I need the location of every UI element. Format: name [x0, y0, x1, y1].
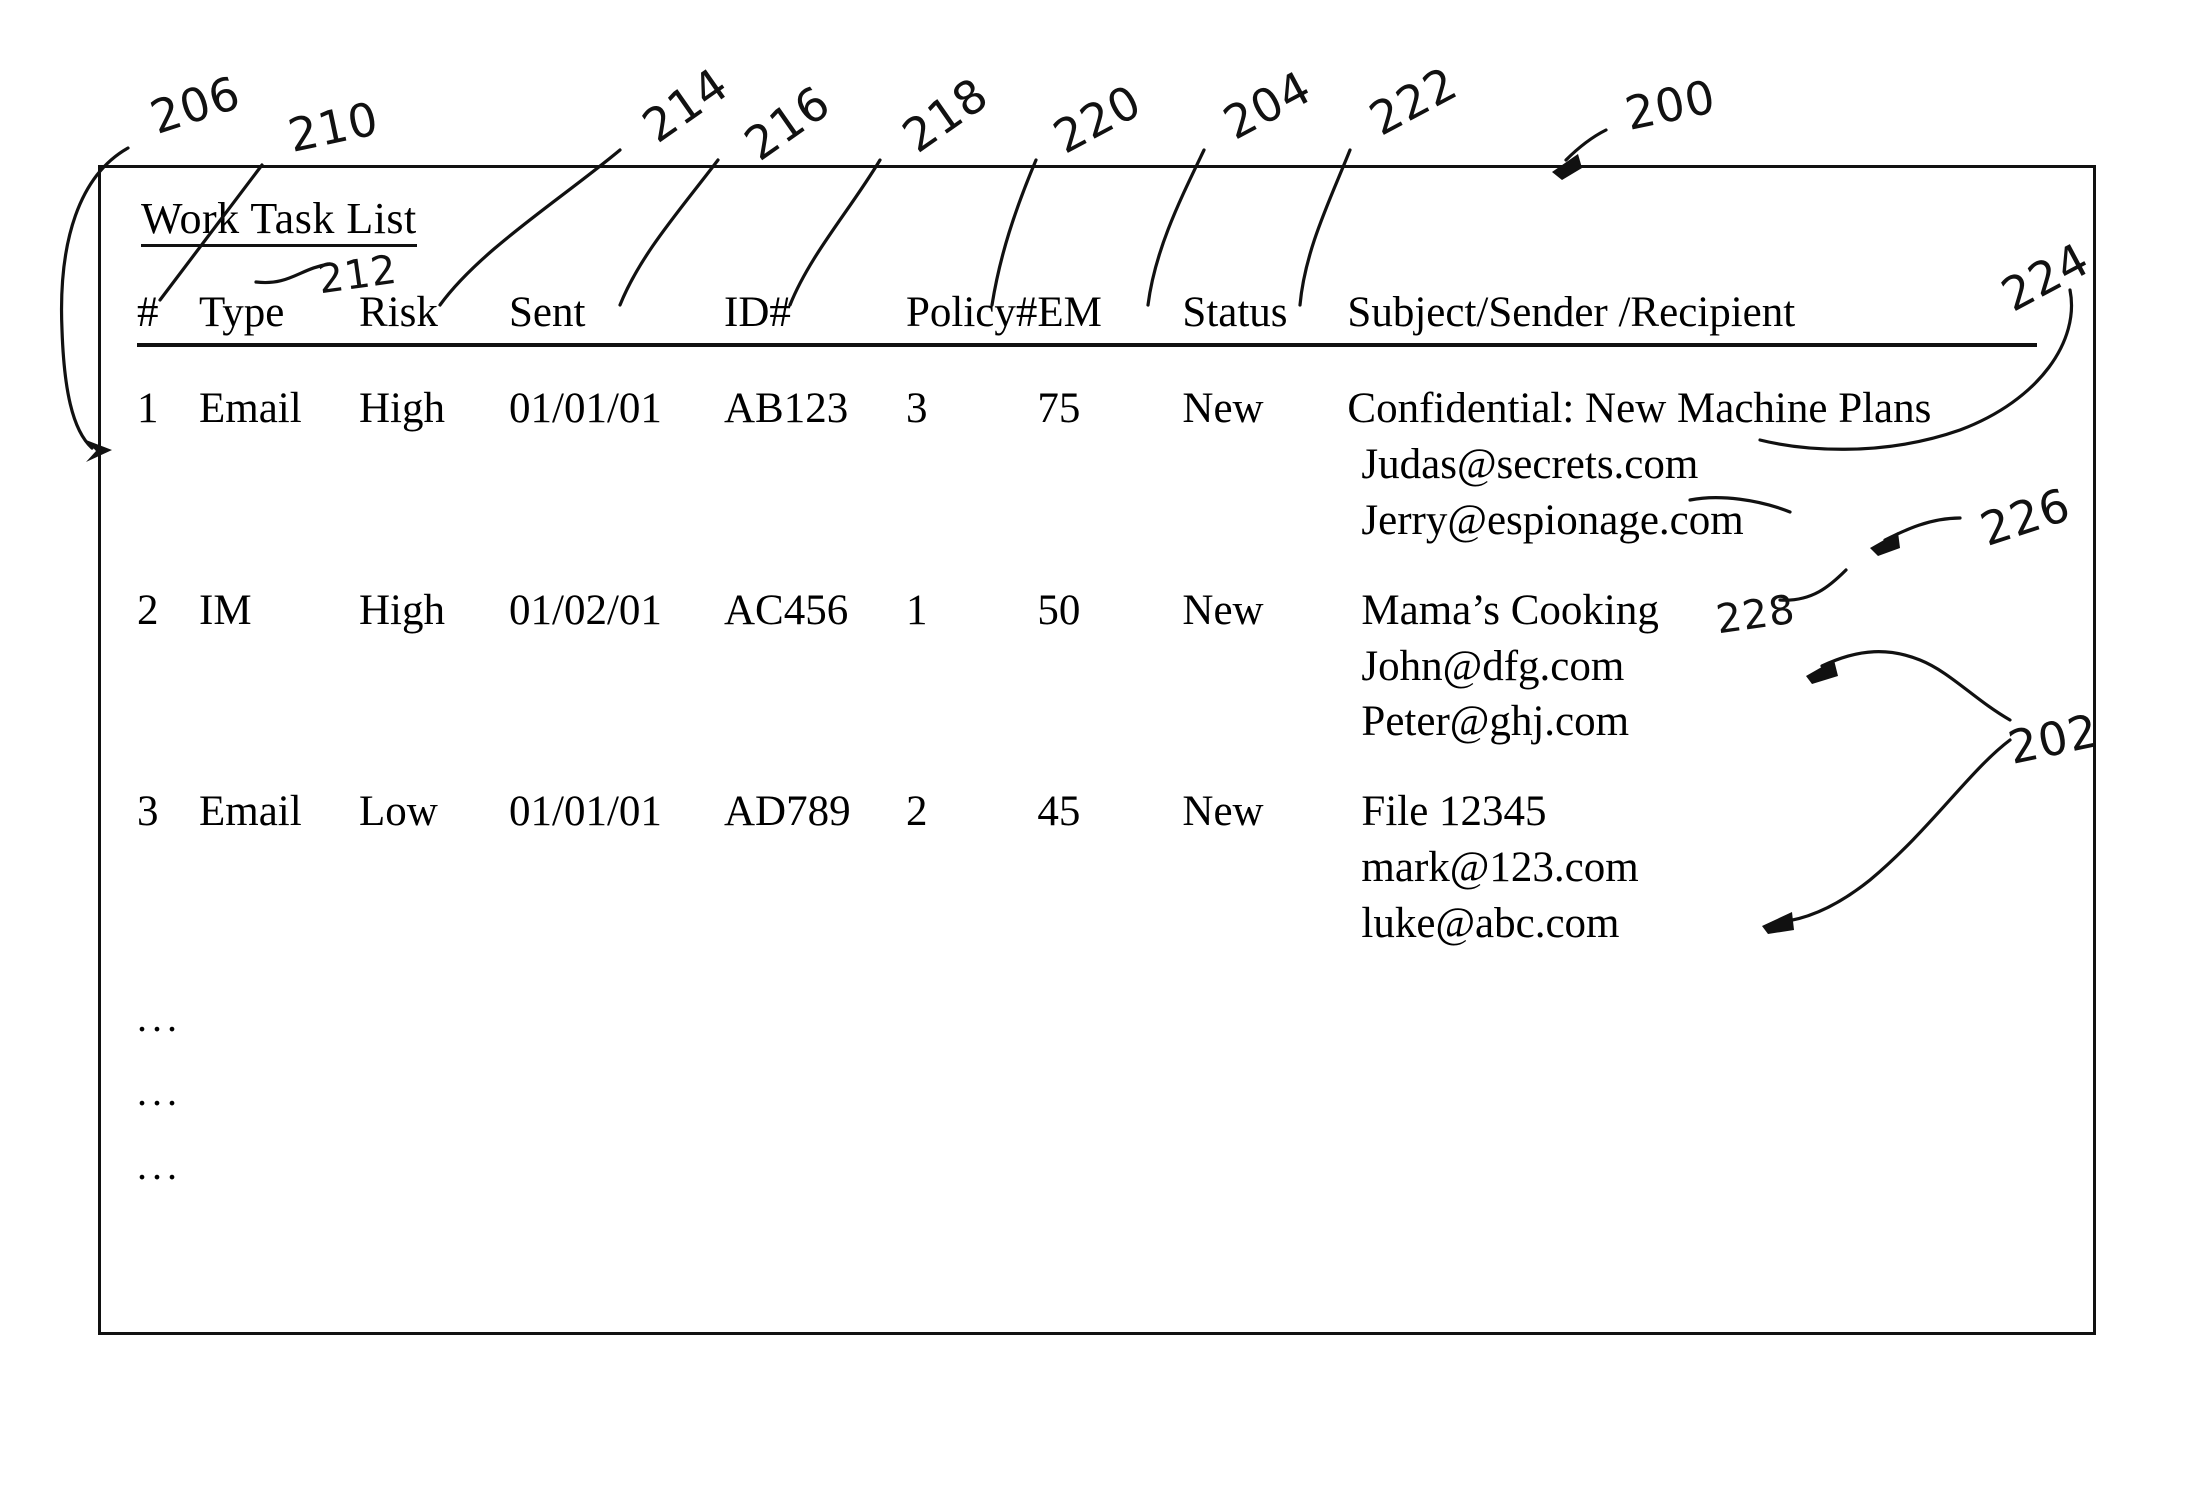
cell-subject-sender-recipient: Confidential: New Machine Plans Judas@se… — [1347, 345, 2037, 549]
reference-numeral-206: 206 — [143, 65, 247, 145]
column-header-subject[interactable]: Subject/Sender /Recipient — [1347, 288, 2037, 345]
table-row[interactable]: 1 Email High 01/01/01 AB123 3 75 New Con… — [137, 345, 2037, 549]
continuation-empty — [199, 952, 2037, 1044]
cell-number: 3 — [137, 788, 159, 836]
subject-text: Mama’s Cooking — [1361, 586, 1659, 634]
cell-type: Email — [199, 385, 302, 432]
recipient-text: luke@abc.com — [1361, 900, 1620, 948]
continuation-ellipsis: ... — [137, 1069, 182, 1115]
cell-id: AD789 — [724, 788, 851, 836]
reference-numeral-222: 222 — [1360, 55, 1467, 147]
cell-em: 50 — [1037, 586, 1081, 634]
continuation-ellipsis: ... — [137, 995, 182, 1041]
table-row[interactable]: 2 IM High 01/02/01 AC456 1 50 New Mama’s… — [137, 549, 2037, 751]
column-header-id[interactable]: ID# — [724, 288, 906, 345]
sender-text: John@dfg.com — [1361, 642, 1625, 690]
table-row-continuation: ... — [137, 1118, 2037, 1192]
cell-risk: Low — [359, 788, 438, 836]
reference-numeral-214: 214 — [632, 56, 739, 154]
page-title: Work Task List — [141, 195, 417, 248]
cell-number: 1 — [137, 385, 159, 432]
cell-type: IM — [199, 586, 252, 634]
continuation-empty — [199, 1044, 2037, 1118]
column-header-number[interactable]: # — [137, 288, 199, 345]
reference-numeral-200: 200 — [1620, 69, 1721, 141]
table-row-continuation: ... — [137, 1044, 2037, 1118]
table-header-row: # Type Risk Sent ID# Policy# EM Status S… — [137, 288, 2037, 345]
work-task-list-panel: Work Task List # Type Risk Sent ID# Poli… — [98, 165, 2096, 1335]
cell-id: AB123 — [724, 385, 849, 432]
cell-id: AC456 — [724, 586, 849, 634]
column-header-policy[interactable]: Policy# — [906, 288, 1037, 345]
reference-numeral-218: 218 — [892, 66, 999, 164]
recipient-text: Jerry@espionage.com — [1361, 496, 1744, 544]
column-header-em[interactable]: EM — [1037, 288, 1182, 345]
reference-numeral-216: 216 — [734, 74, 841, 172]
recipient-text: Peter@ghj.com — [1361, 698, 1630, 746]
cell-subject-sender-recipient: Mama’s Cooking John@dfg.com Peter@ghj.co… — [1347, 549, 2037, 751]
cell-em: 75 — [1037, 385, 1081, 432]
column-header-risk[interactable]: Risk — [359, 288, 509, 345]
sender-text: mark@123.com — [1361, 844, 1639, 892]
cell-sent: 01/01/01 — [509, 385, 662, 432]
table-body: 1 Email High 01/01/01 AB123 3 75 New Con… — [137, 345, 2037, 1192]
column-header-sent[interactable]: Sent — [509, 288, 724, 345]
cell-policy: 3 — [906, 385, 928, 432]
table-row[interactable]: 3 Email Low 01/01/01 AD789 2 45 New File… — [137, 750, 2037, 952]
reference-numeral-210: 210 — [283, 91, 384, 163]
cell-risk: High — [359, 586, 445, 634]
reference-numeral-220: 220 — [1044, 73, 1151, 165]
cell-policy: 1 — [906, 586, 928, 634]
sender-text: Judas@secrets.com — [1361, 440, 1699, 488]
cell-subject-sender-recipient: File 12345 mark@123.com luke@abc.com — [1347, 750, 2037, 952]
cell-policy: 2 — [906, 788, 928, 836]
table-title-text: Work Task List — [141, 195, 417, 248]
table-row-continuation: ... — [137, 952, 2037, 1044]
cell-type: Email — [199, 788, 302, 836]
work-task-list-table: # Type Risk Sent ID# Policy# EM Status S… — [137, 288, 2037, 1192]
reference-numeral-204: 204 — [1214, 59, 1321, 151]
cell-risk: High — [359, 385, 445, 432]
continuation-empty — [199, 1118, 2037, 1192]
cell-status: New — [1182, 586, 1264, 634]
column-header-status[interactable]: Status — [1182, 288, 1347, 345]
cell-status: New — [1182, 788, 1264, 836]
cell-sent: 01/01/01 — [509, 788, 662, 836]
subject-text: File 12345 — [1361, 788, 1547, 836]
continuation-ellipsis: ... — [137, 1143, 182, 1189]
cell-number: 2 — [137, 586, 159, 634]
table-header: # Type Risk Sent ID# Policy# EM Status S… — [137, 288, 2037, 345]
cell-sent: 01/02/01 — [509, 586, 662, 634]
leader-200 — [1564, 128, 1608, 162]
cell-em: 45 — [1037, 788, 1081, 836]
cell-status: New — [1182, 385, 1264, 432]
subject-text: Confidential: New Machine Plans — [1347, 385, 1932, 432]
